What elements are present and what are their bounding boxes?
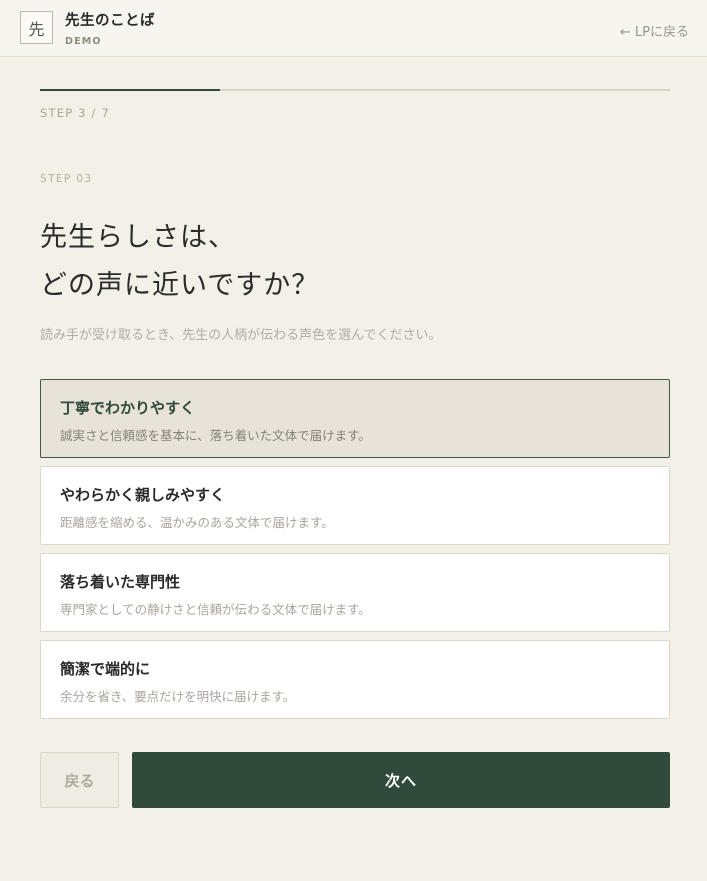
- back-to-lp-link[interactable]: ← LPに戻る: [620, 21, 689, 40]
- step-label: STEP 03: [40, 173, 93, 185]
- option-title: 落ち着いた専門性: [60, 573, 181, 591]
- option-desc: 専門家としての静けさと信頼が伝わる文体で届けます。: [60, 602, 371, 617]
- progress-fill: [40, 89, 221, 91]
- next-button[interactable]: 次へ: [132, 752, 670, 808]
- option-desc: 距離感を縮める、温かみのある文体で届けます。: [60, 515, 334, 530]
- option-desc: 余分を省き、要点だけを明快に届けます。: [60, 689, 296, 704]
- app-header: 先 先生のことば DEMO ← LPに戻る: [0, 0, 707, 57]
- option-concise[interactable]: 簡潔で端的に 余分を省き、要点だけを明快に届けます。: [40, 640, 670, 719]
- option-desc: 誠実さと信頼感を基本に、落ち着いた文体で届けます。: [60, 428, 371, 443]
- option-title: 簡潔で端的に: [60, 660, 151, 678]
- option-title: 丁寧でわかりやすく: [60, 399, 196, 417]
- voice-options: 丁寧でわかりやすく 誠実さと信頼感を基本に、落ち着いた文体で届けます。 やわらか…: [40, 379, 670, 727]
- option-friendly[interactable]: やわらかく親しみやすく 距離感を縮める、温かみのある文体で届けます。: [40, 466, 670, 545]
- step-indicator: STEP 3 / 7: [40, 106, 110, 120]
- question-line-1: 先生らしさは、: [40, 222, 236, 253]
- logo-mark: 先: [20, 11, 53, 44]
- question-description: 読み手が受け取るとき、先生の人柄が伝わる声色を選んでください。: [40, 328, 442, 343]
- progress-bar: [40, 89, 670, 91]
- demo-tag: DEMO: [65, 36, 102, 47]
- option-expert[interactable]: 落ち着いた専門性 専門家としての静けさと信頼が伝わる文体で届けます。: [40, 553, 670, 632]
- option-polite[interactable]: 丁寧でわかりやすく 誠実さと信頼感を基本に、落ち着いた文体で届けます。: [40, 379, 670, 458]
- back-button[interactable]: 戻る: [40, 752, 119, 808]
- option-title: やわらかく親しみやすく: [60, 486, 226, 504]
- question-heading: 先生らしさは、 どの声に近いですか？: [40, 214, 319, 310]
- question-line-2: どの声に近いですか？: [40, 270, 320, 301]
- app-name: 先生のことば: [65, 13, 155, 29]
